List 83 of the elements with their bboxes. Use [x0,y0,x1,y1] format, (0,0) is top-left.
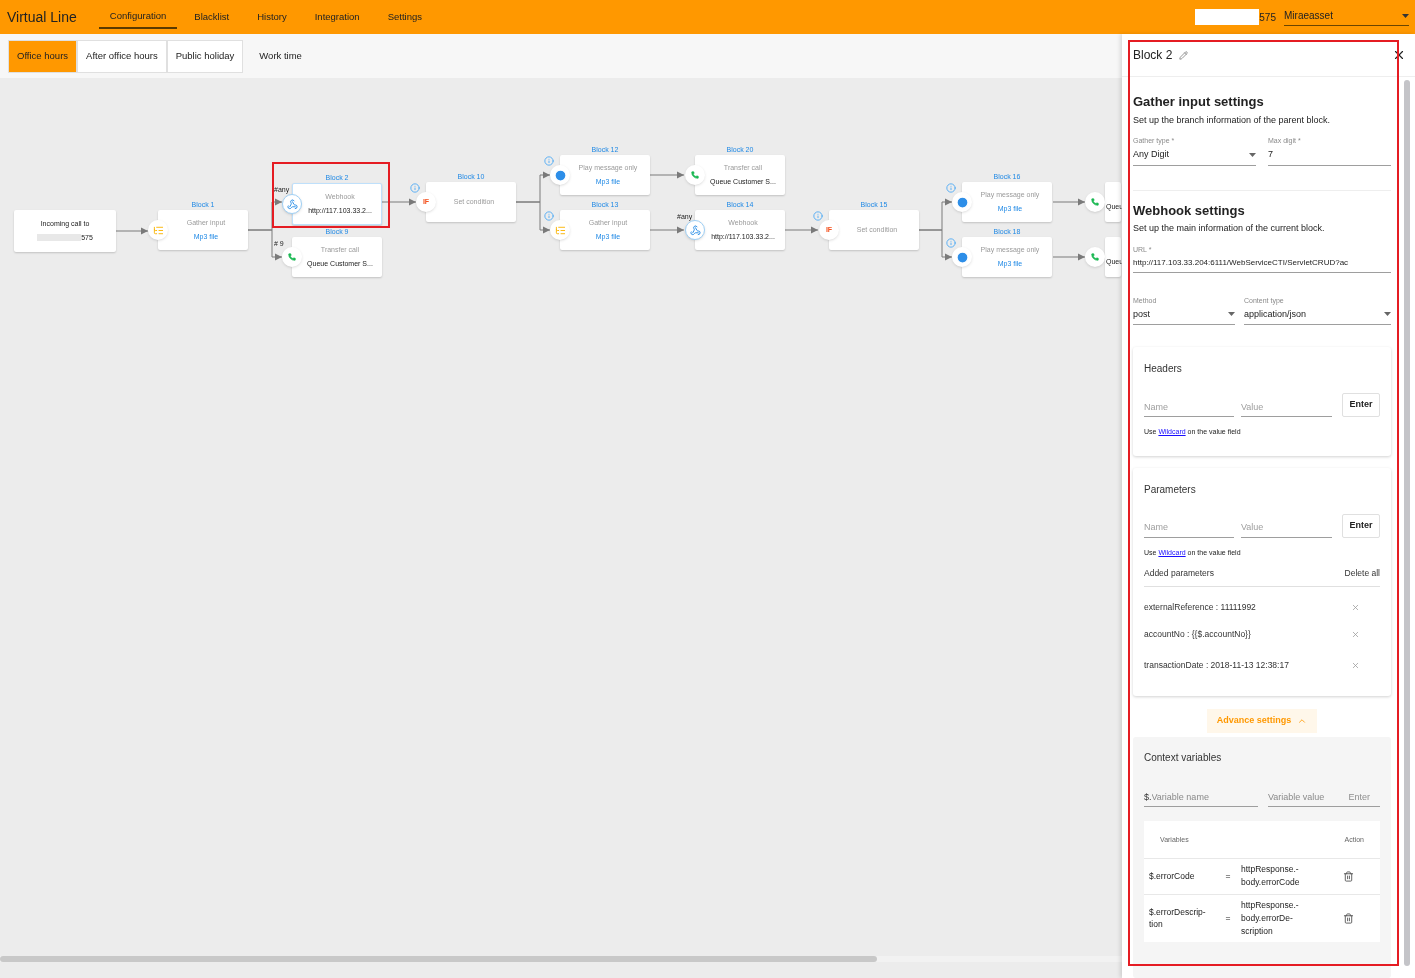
value-field[interactable]: Value [1241,400,1332,417]
caret-icon [1249,152,1256,157]
card-title: Context variables [1144,750,1223,765]
phone-icon [1085,247,1105,267]
connector-arrow [381,198,417,206]
phone-icon [685,165,705,185]
variable-value-field[interactable]: Variable value [1268,790,1340,805]
connector-arrow [247,229,283,261]
info-icon[interactable] [946,238,956,248]
nav-tab[interactable]: Blacklist [183,5,241,29]
connector-arrow [917,229,953,261]
field-prefix: $. [1144,790,1152,804]
panel-title: Block 2 [1133,47,1173,64]
table-cell-text: = [1224,911,1232,925]
connector-arrow [784,226,819,234]
table-cell-text: httpResponse.-body.errorDe-scription [1241,898,1300,938]
table-cell-text: $.errorDescrip-tion [1149,906,1207,931]
info-icon[interactable] [813,211,823,221]
caret-icon [1384,312,1391,317]
table-cell-text: = [1224,870,1232,883]
trash-icon[interactable] [1343,870,1354,882]
connector-arrow [1052,253,1086,261]
close-icon[interactable] [1392,48,1406,62]
parameter-item: accountNo : {{$.accountNo}} [1144,627,1251,641]
enter-button[interactable]: Enter [1342,393,1380,417]
name-field[interactable]: Name [1144,400,1234,417]
redacted-block [1195,9,1260,25]
info-icon[interactable] [946,183,956,193]
section-description: Set up the main information of the current block. [1133,222,1326,235]
branch-list-icon [148,220,168,240]
parameter-item: externalReference : 11111992 [1144,600,1256,614]
info-icon[interactable] [410,183,420,193]
card-title: Parameters [1144,482,1197,497]
vertical-scrollbar[interactable] [1404,80,1410,966]
webhook-icon [685,220,705,240]
caret-icon [1228,312,1235,317]
connector-arrow [649,226,685,234]
remove-icon[interactable] [1351,629,1360,639]
edit-icon[interactable] [1179,50,1189,60]
horizontal-scrollbar[interactable] [0,956,877,962]
nav-tab[interactable]: Integration [303,5,371,29]
nav-tab[interactable]: Configuration [98,5,178,29]
info-icon[interactable] [544,211,554,221]
content-type-select[interactable]: application/json [1244,307,1391,325]
section-description: Set up the branch information of the parent block. [1133,113,1332,127]
info-icon[interactable] [544,156,554,166]
phone-icon [1085,192,1105,212]
remove-icon[interactable] [1351,602,1360,612]
nav-tab[interactable]: History [246,5,298,29]
caret-icon [1402,13,1409,18]
account-number: 575 [1259,10,1276,25]
parameter-item: transactionDate : 2018-11-13 12:38:17 [1144,659,1289,673]
account-select[interactable]: Miraeasset [1284,8,1409,26]
branch-list-icon [550,220,570,240]
name-field[interactable]: Name [1144,521,1234,538]
work-time-label: Work time [259,48,302,63]
url-field[interactable]: http://117.103.33.204:6111/WebServiceCTI/ServletCRUD?ac [1133,256,1391,273]
list-heading: Added parameters [1144,567,1214,580]
table-cell-text: httpResponse.-body.errorCode [1241,863,1301,890]
max-digit-field[interactable]: 7 [1268,148,1391,166]
schedule-tab[interactable]: Public holiday [166,39,244,73]
connector-arrow [115,227,149,235]
trash-icon[interactable] [1343,912,1354,924]
schedule-tab[interactable]: Office hours [8,39,78,73]
card-title: Headers [1144,362,1183,376]
variable-name-field[interactable]: Variable name [1151,790,1258,805]
section-heading: Gather input settings [1133,93,1265,111]
app-title: Virtual Line [7,7,77,27]
table-cell-text: $.errorCode [1149,870,1196,883]
webhook-icon [282,194,302,214]
section-heading: Webhook settings [1133,201,1246,220]
gather-type-select[interactable]: Any Digit [1133,148,1256,166]
nav-tab[interactable]: Settings [376,5,433,29]
phone-icon [282,247,302,267]
value-field[interactable]: Value [1241,521,1332,538]
remove-icon[interactable] [1351,661,1360,671]
connector-arrow [649,171,685,179]
method-select[interactable]: post [1133,307,1235,325]
connector-arrow [515,201,551,234]
schedule-tab[interactable]: After office hours [77,39,167,73]
enter-button[interactable]: Enter [1342,513,1380,538]
delete-all-button[interactable]: Delete all [1344,567,1380,580]
connector-arrow [1052,198,1086,206]
